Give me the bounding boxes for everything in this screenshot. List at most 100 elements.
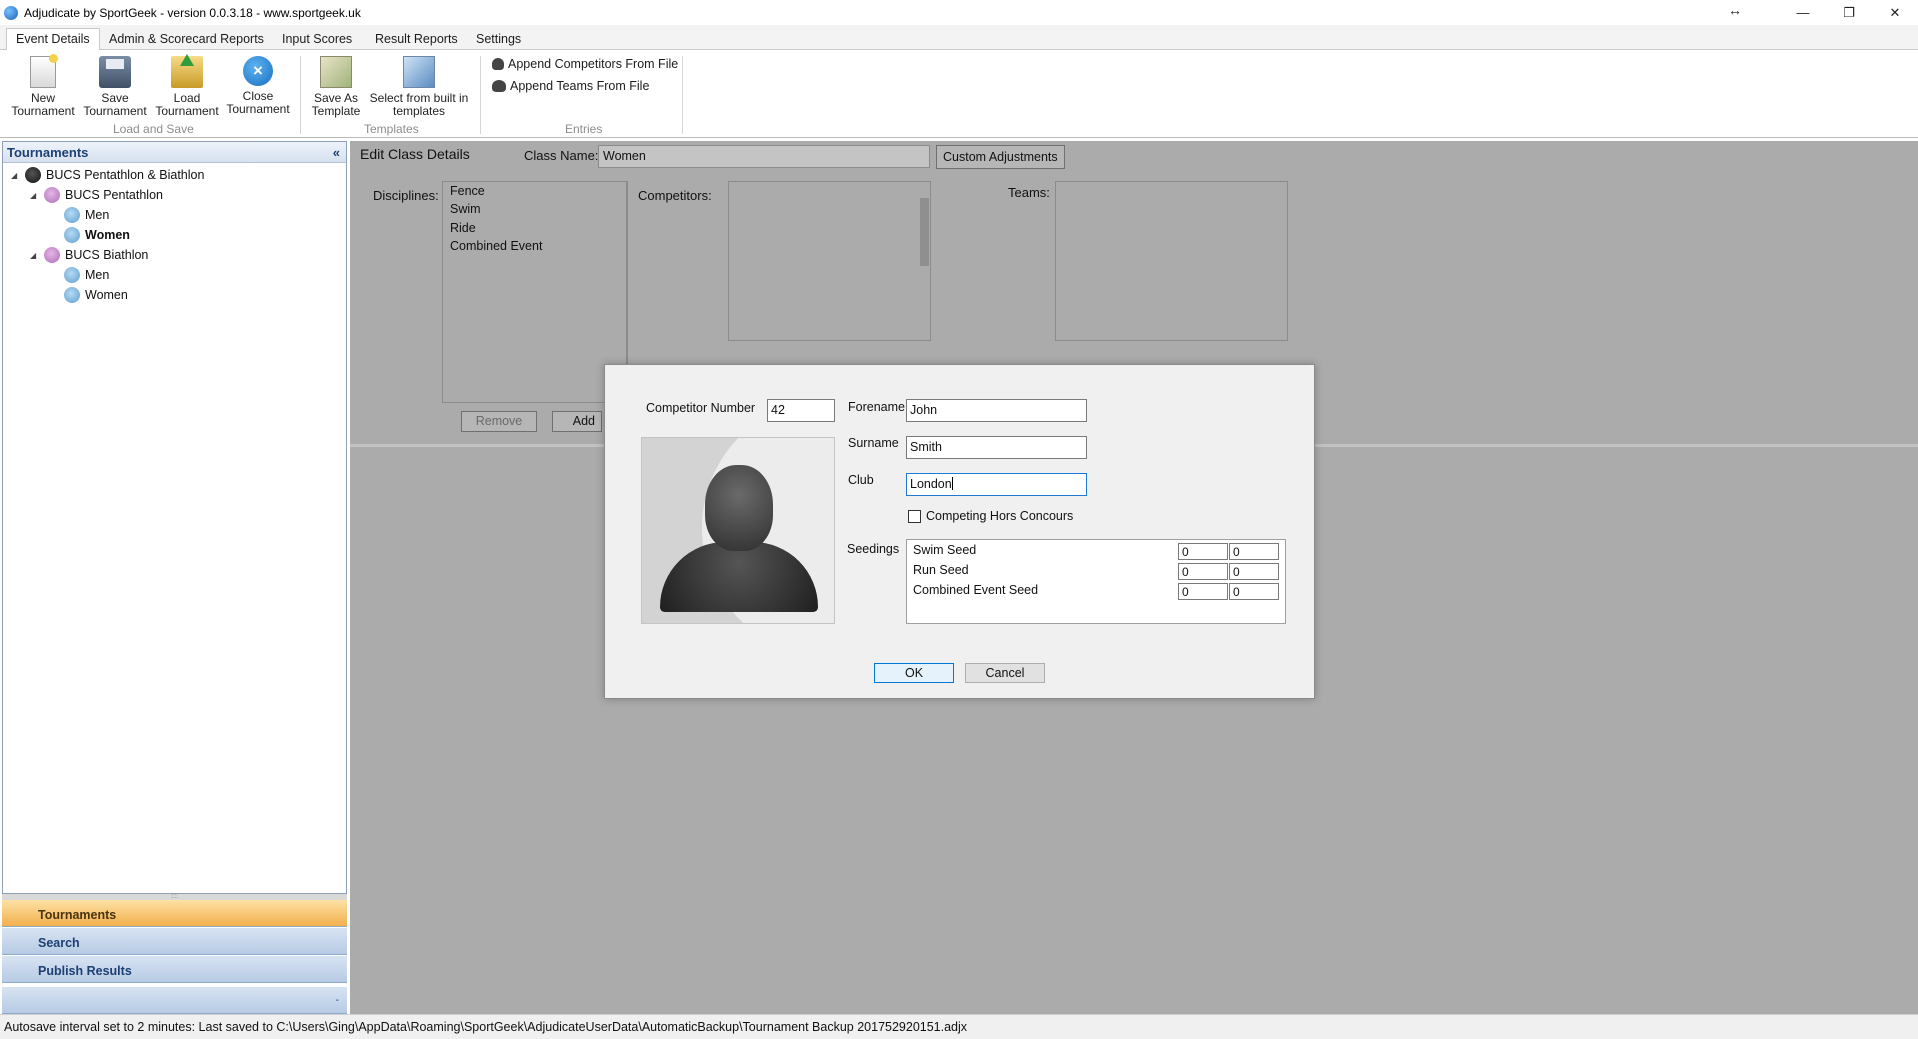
tree-node-pentathlon-women[interactable]: Women <box>64 227 130 243</box>
text-caret <box>951 477 953 490</box>
seed-value-field[interactable]: 0 <box>1229 543 1279 560</box>
club-label: Club <box>848 473 874 487</box>
tree-node-biathlon-men[interactable]: Men <box>64 267 109 283</box>
class-icon <box>64 227 80 243</box>
tournaments-panel-header: Tournaments « <box>3 142 346 163</box>
tree-node-pentathlon[interactable]: ◢ BUCS Pentathlon <box>30 187 163 203</box>
tree-node-biathlon-women[interactable]: Women <box>64 287 128 303</box>
minimize-button[interactable]: — <box>1780 0 1826 25</box>
ribbon: New Tournament Save Tournament Load Tour… <box>0 50 1918 138</box>
ok-button[interactable]: OK <box>874 663 954 683</box>
tree-node-pentathlon-men[interactable]: Men <box>64 207 109 223</box>
remove-button[interactable]: Remove <box>461 411 537 432</box>
floppy-disk-icon <box>99 56 131 88</box>
disciplines-list[interactable]: Fence Swim Ride Combined Event <box>442 181 627 403</box>
class-icon <box>64 287 80 303</box>
resize-arrows-icon[interactable]: ↔ <box>1728 2 1742 18</box>
teams-list[interactable] <box>1055 181 1288 341</box>
hors-concours-label: Competing Hors Concours <box>926 509 1074 523</box>
append-competitors-button[interactable]: Append Competitors From File <box>492 57 678 71</box>
ribbon-separator <box>300 56 301 134</box>
save-tournament-button[interactable]: Save Tournament <box>81 56 149 118</box>
app-logo-icon <box>4 5 18 20</box>
expand-arrow-icon[interactable]: ◢ <box>30 191 40 200</box>
class-icon <box>64 267 80 283</box>
forename-label: Forename <box>848 400 905 414</box>
load-tournament-button[interactable]: Load Tournament <box>153 54 221 118</box>
select-templates-button[interactable]: Select from built in templates <box>366 56 472 118</box>
tab-event-details[interactable]: Event Details <box>6 28 100 51</box>
tournaments-panel: Tournaments « ◢ BUCS Pentathlon & Biathl… <box>2 141 347 894</box>
disciplines-label: Disciplines: <box>373 188 439 203</box>
class-name-label: Class Name: <box>524 148 599 163</box>
hors-concours-checkbox[interactable] <box>908 510 921 523</box>
nav-search-button[interactable]: Search <box>2 928 347 955</box>
competitor-number-field[interactable]: 42 <box>767 399 835 422</box>
scrollbar-thumb[interactable] <box>920 198 929 266</box>
collapse-panel-icon[interactable]: « <box>333 145 340 160</box>
group-label-load-save: Load and Save <box>113 122 194 136</box>
template-icon <box>320 56 352 88</box>
window-controls: — ❐ ✕ <box>1780 0 1918 25</box>
expand-arrow-icon[interactable]: ◢ <box>11 171 21 180</box>
ribbon-separator <box>480 56 481 134</box>
event-icon <box>44 247 60 263</box>
close-window-button[interactable]: ✕ <box>1872 0 1918 25</box>
new-tournament-button[interactable]: New Tournament <box>9 54 77 118</box>
seed-value-field[interactable]: 0 <box>1229 563 1279 580</box>
nav-options-button[interactable]: - <box>2 987 347 1014</box>
people-icon <box>492 80 506 92</box>
tab-input-scores[interactable]: Input Scores <box>273 29 361 50</box>
tab-settings[interactable]: Settings <box>467 29 530 50</box>
status-bar: Autosave interval set to 2 minutes: Last… <box>0 1014 1918 1039</box>
seed-value-field[interactable]: 0 <box>1178 563 1228 580</box>
competitors-list[interactable] <box>728 181 931 341</box>
window-title: Adjudicate by SportGeek - version 0.0.3.… <box>24 5 361 20</box>
append-teams-button[interactable]: Append Teams From File <box>492 79 649 93</box>
custom-adjustments-button[interactable]: Custom Adjustments <box>936 145 1065 169</box>
seed-value-field[interactable]: 0 <box>1178 543 1228 560</box>
nav-tournaments-button[interactable]: Tournaments <box>2 900 347 927</box>
restore-button[interactable]: ❐ <box>1826 0 1872 25</box>
tree-node-biathlon[interactable]: ◢ BUCS Biathlon <box>30 247 148 263</box>
surname-field[interactable]: Smith <box>906 436 1087 459</box>
tab-admin-scorecard-reports[interactable]: Admin & Scorecard Reports <box>100 29 273 50</box>
tree-node-root[interactable]: ◢ BUCS Pentathlon & Biathlon <box>11 167 204 183</box>
event-icon <box>44 187 60 203</box>
seed-name: Combined Event Seed <box>913 583 1039 597</box>
panel-title: Tournaments <box>7 144 89 160</box>
list-item[interactable]: Swim <box>450 202 481 216</box>
competitor-number-label: Competitor Number <box>646 401 756 415</box>
list-item[interactable]: Fence <box>450 184 485 198</box>
nav-publish-results-button[interactable]: Publish Results <box>2 956 347 983</box>
seedings-label: Seedings <box>847 542 900 556</box>
competitors-label: Competitors: <box>638 188 712 203</box>
close-tournament-button[interactable]: × Close Tournament <box>225 56 291 116</box>
list-item[interactable]: Combined Event <box>450 239 542 253</box>
competitor-photo[interactable] <box>641 437 835 624</box>
close-circle-icon: × <box>243 56 273 86</box>
group-label-templates: Templates <box>364 122 419 136</box>
ribbon-tab-bar: Event Details Admin & Scorecard Reports … <box>0 25 1918 51</box>
new-document-icon <box>30 54 58 88</box>
list-item[interactable]: Ride <box>450 221 476 235</box>
forename-field[interactable]: John <box>906 399 1087 422</box>
tab-result-reports[interactable]: Result Reports <box>366 29 467 50</box>
competitor-dialog: Competitor Number 42 Forename John Surna… <box>604 364 1315 699</box>
club-field[interactable]: London <box>906 473 1087 496</box>
expand-arrow-icon[interactable]: ◢ <box>30 251 40 260</box>
club-value: London <box>910 477 952 491</box>
title-bar: Adjudicate by SportGeek - version 0.0.3.… <box>0 0 1918 25</box>
built-in-template-icon <box>403 56 435 88</box>
save-as-template-button[interactable]: Save As Template <box>307 56 365 118</box>
avatar-placeholder-icon <box>705 465 773 551</box>
page-title: Edit Class Details <box>360 146 470 162</box>
cancel-button[interactable]: Cancel <box>965 663 1045 683</box>
add-button[interactable]: Add <box>552 411 602 432</box>
tournament-icon <box>25 167 41 183</box>
class-name-input[interactable]: Women <box>598 145 930 168</box>
seed-value-field[interactable]: 0 <box>1178 583 1228 600</box>
seed-value-field[interactable]: 0 <box>1229 583 1279 600</box>
person-icon <box>492 58 504 70</box>
group-label-entries: Entries <box>565 122 603 136</box>
